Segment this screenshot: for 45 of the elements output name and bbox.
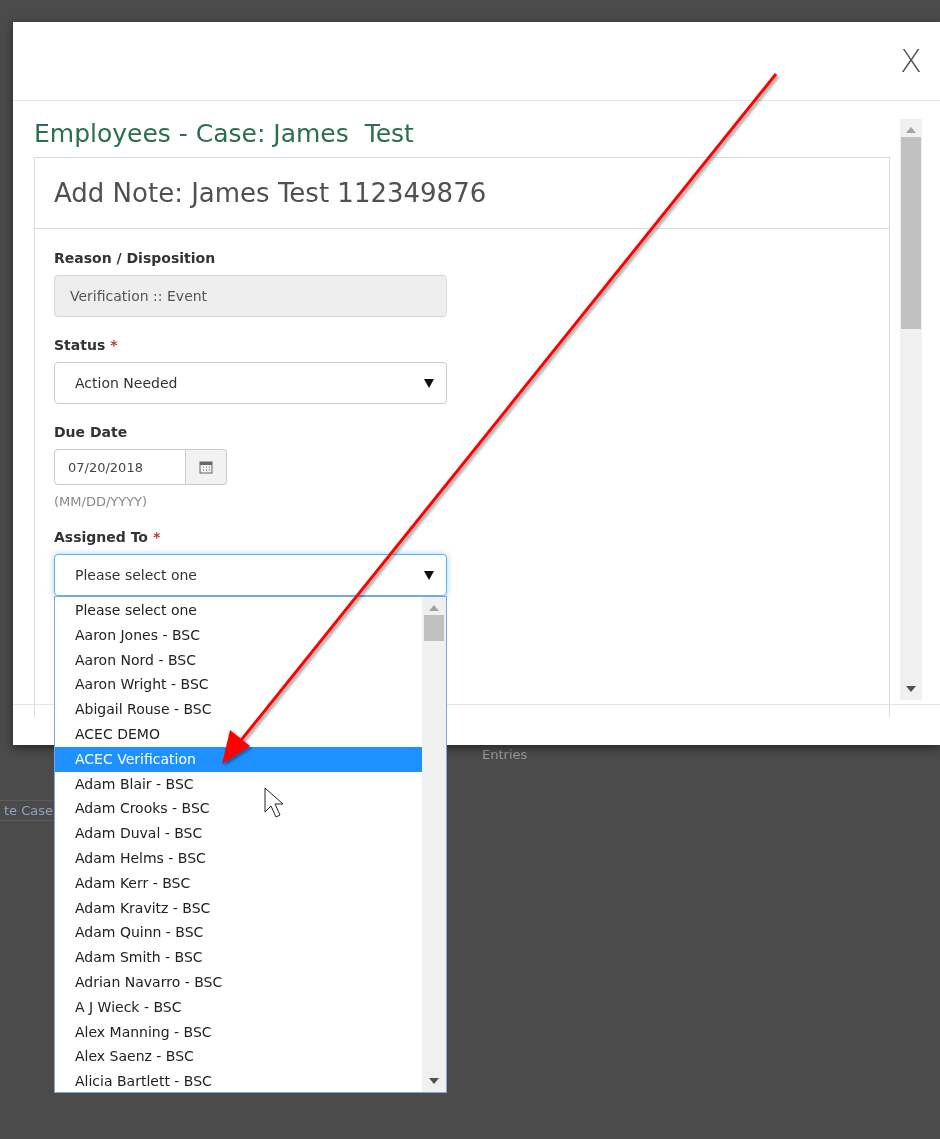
dropdown-option[interactable]: Abigail Rouse - BSC: [55, 697, 422, 722]
dropdown-option[interactable]: Adam Kravitz - BSC: [55, 895, 422, 921]
field-label: Reason / Disposition: [54, 250, 216, 266]
scroll-down-icon[interactable]: [429, 1078, 439, 1084]
field-label: Due Date: [54, 424, 128, 440]
field-label: Status: [54, 337, 106, 353]
scrollbar[interactable]: [422, 597, 446, 1092]
dropdown-option[interactable]: Adam Blair - BSC: [55, 771, 422, 797]
dropdown-option[interactable]: Adam Smith - BSC: [55, 945, 422, 970]
required-mark: *: [110, 337, 118, 353]
dropdown-option[interactable]: Adrian Navarro - BSC: [55, 969, 422, 995]
dropdown-option[interactable]: ACEC DEMO: [55, 722, 422, 747]
field-label: Assigned To: [54, 529, 148, 545]
caret-icon: [424, 378, 434, 388]
dropdown-option[interactable]: Adam Quinn - BSC: [55, 920, 422, 946]
dropdown-option[interactable]: Aaron Jones - BSC: [55, 622, 422, 648]
scrollbar[interactable]: [900, 119, 922, 700]
dropdown-option[interactable]: Alicia Bartlett - BSC: [55, 1069, 422, 1094]
dropdown-option[interactable]: Alex Manning - BSC: [55, 1019, 422, 1045]
date-field[interactable]: 07/20/2018: [54, 449, 186, 485]
required-mark: *: [153, 529, 161, 545]
panel-title: Add Note: James Test 112349876: [54, 178, 487, 208]
scrollbar-thumb[interactable]: [901, 137, 921, 329]
dropdown-option[interactable]: Aaron Wright - BSC: [55, 672, 422, 698]
dropdown-option[interactable]: Please select one: [55, 598, 422, 623]
dropdown-option[interactable]: Adam Duval - BSC: [55, 821, 422, 846]
select-field[interactable]: Action Needed: [54, 362, 447, 404]
readonly-field: Verification :: Event: [54, 275, 447, 317]
scroll-up-icon[interactable]: [906, 127, 916, 133]
scroll-down-icon[interactable]: [906, 686, 916, 692]
calendar-button[interactable]: [186, 449, 227, 485]
scrollbar-thumb[interactable]: [424, 615, 444, 641]
calendar-icon: [199, 460, 213, 474]
date-format-hint: (MM/DD/YYYY): [54, 494, 149, 509]
case-title: Employees - Case: James Test: [34, 118, 415, 150]
dropdown-option[interactable]: Aaron Nord - BSC: [55, 647, 422, 673]
dropdown-option[interactable]: Alex Saenz - BSC: [55, 1044, 422, 1070]
scroll-up-icon[interactable]: [429, 605, 439, 611]
caret-icon: [424, 570, 434, 580]
dropdown-option[interactable]: Adam Helms - BSC: [55, 845, 422, 871]
dropdown-option[interactable]: A J Wieck - BSC: [55, 994, 422, 1020]
cursor-icon: [264, 787, 284, 818]
entries-label: Entries: [482, 747, 528, 762]
dropdown-option[interactable]: Adam Kerr - BSC: [55, 870, 422, 896]
close-button[interactable]: X: [898, 42, 924, 80]
